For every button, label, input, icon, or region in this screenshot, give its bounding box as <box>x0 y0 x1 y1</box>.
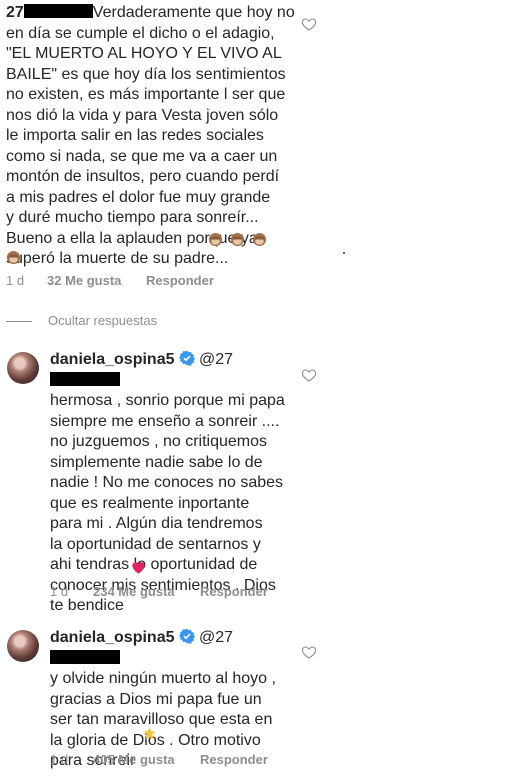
reply-1-username[interactable]: daniela_ospina5 <box>50 351 175 368</box>
redacted-mention <box>50 371 120 386</box>
reply-2-username[interactable]: daniela_ospina5 <box>50 629 175 646</box>
reply-button[interactable]: Responder <box>146 273 214 288</box>
red-heart-emoji <box>132 562 145 574</box>
heart-outline-icon[interactable] <box>301 644 317 660</box>
hide-replies-line <box>6 321 32 323</box>
reply-button[interactable]: Responder <box>200 584 268 599</box>
likes-count[interactable]: 405 Me gusta <box>93 752 175 767</box>
redacted-username <box>23 4 93 18</box>
see-no-evil-monkey-emoji <box>252 232 267 247</box>
comment-time: 1 d <box>50 584 69 599</box>
likes-count[interactable]: 32 Me gusta <box>47 273 121 288</box>
reply-button[interactable]: Responder <box>200 752 268 767</box>
reply-2-meta: 1 d 405 Me gusta Responder <box>50 752 300 768</box>
see-no-evil-monkey-emoji <box>6 250 21 265</box>
reply-1-meta: 1 d 234 Me gusta Responder <box>50 584 300 600</box>
see-no-evil-monkey-emoji <box>208 232 223 247</box>
verified-badge-icon <box>178 350 195 366</box>
comment-1-emojis <box>6 232 308 268</box>
avatar[interactable] <box>7 630 39 662</box>
heart-outline-icon[interactable] <box>301 367 317 383</box>
reply-2-body: daniela_ospina5 @27 y olvide ningún muer… <box>50 628 300 772</box>
avatar[interactable] <box>7 352 39 384</box>
hide-replies-toggle[interactable]: Ocultar respuestas <box>6 313 157 328</box>
comment-time: 1 d <box>50 752 69 767</box>
reply-1-text: hermosa , sonrio porque mi papa siempre … <box>50 392 285 614</box>
comment-1-meta: 1 d 32 Me gusta Responder <box>6 273 306 289</box>
sparkle-star-emoji <box>143 726 156 740</box>
see-no-evil-monkey-emoji <box>230 232 245 247</box>
comment-time: 1 d <box>6 273 25 288</box>
hide-replies-label: Ocultar respuestas <box>48 313 158 328</box>
reply-1-body: daniela_ospina5 @27 hermosa , sonrio por… <box>50 350 300 617</box>
redacted-mention <box>50 649 120 664</box>
likes-count[interactable]: 234 Me gusta <box>93 584 175 599</box>
stray-dot <box>343 252 345 254</box>
heart-outline-icon[interactable] <box>301 16 317 32</box>
comment-1-body: 27 Verdaderamente que hoy no en día se cu… <box>6 3 306 270</box>
verified-badge-icon <box>178 628 195 644</box>
comment-1-text: Verdaderamente que hoy no en día se cump… <box>6 4 295 267</box>
comment-1-username[interactable]: 27 <box>6 4 93 21</box>
